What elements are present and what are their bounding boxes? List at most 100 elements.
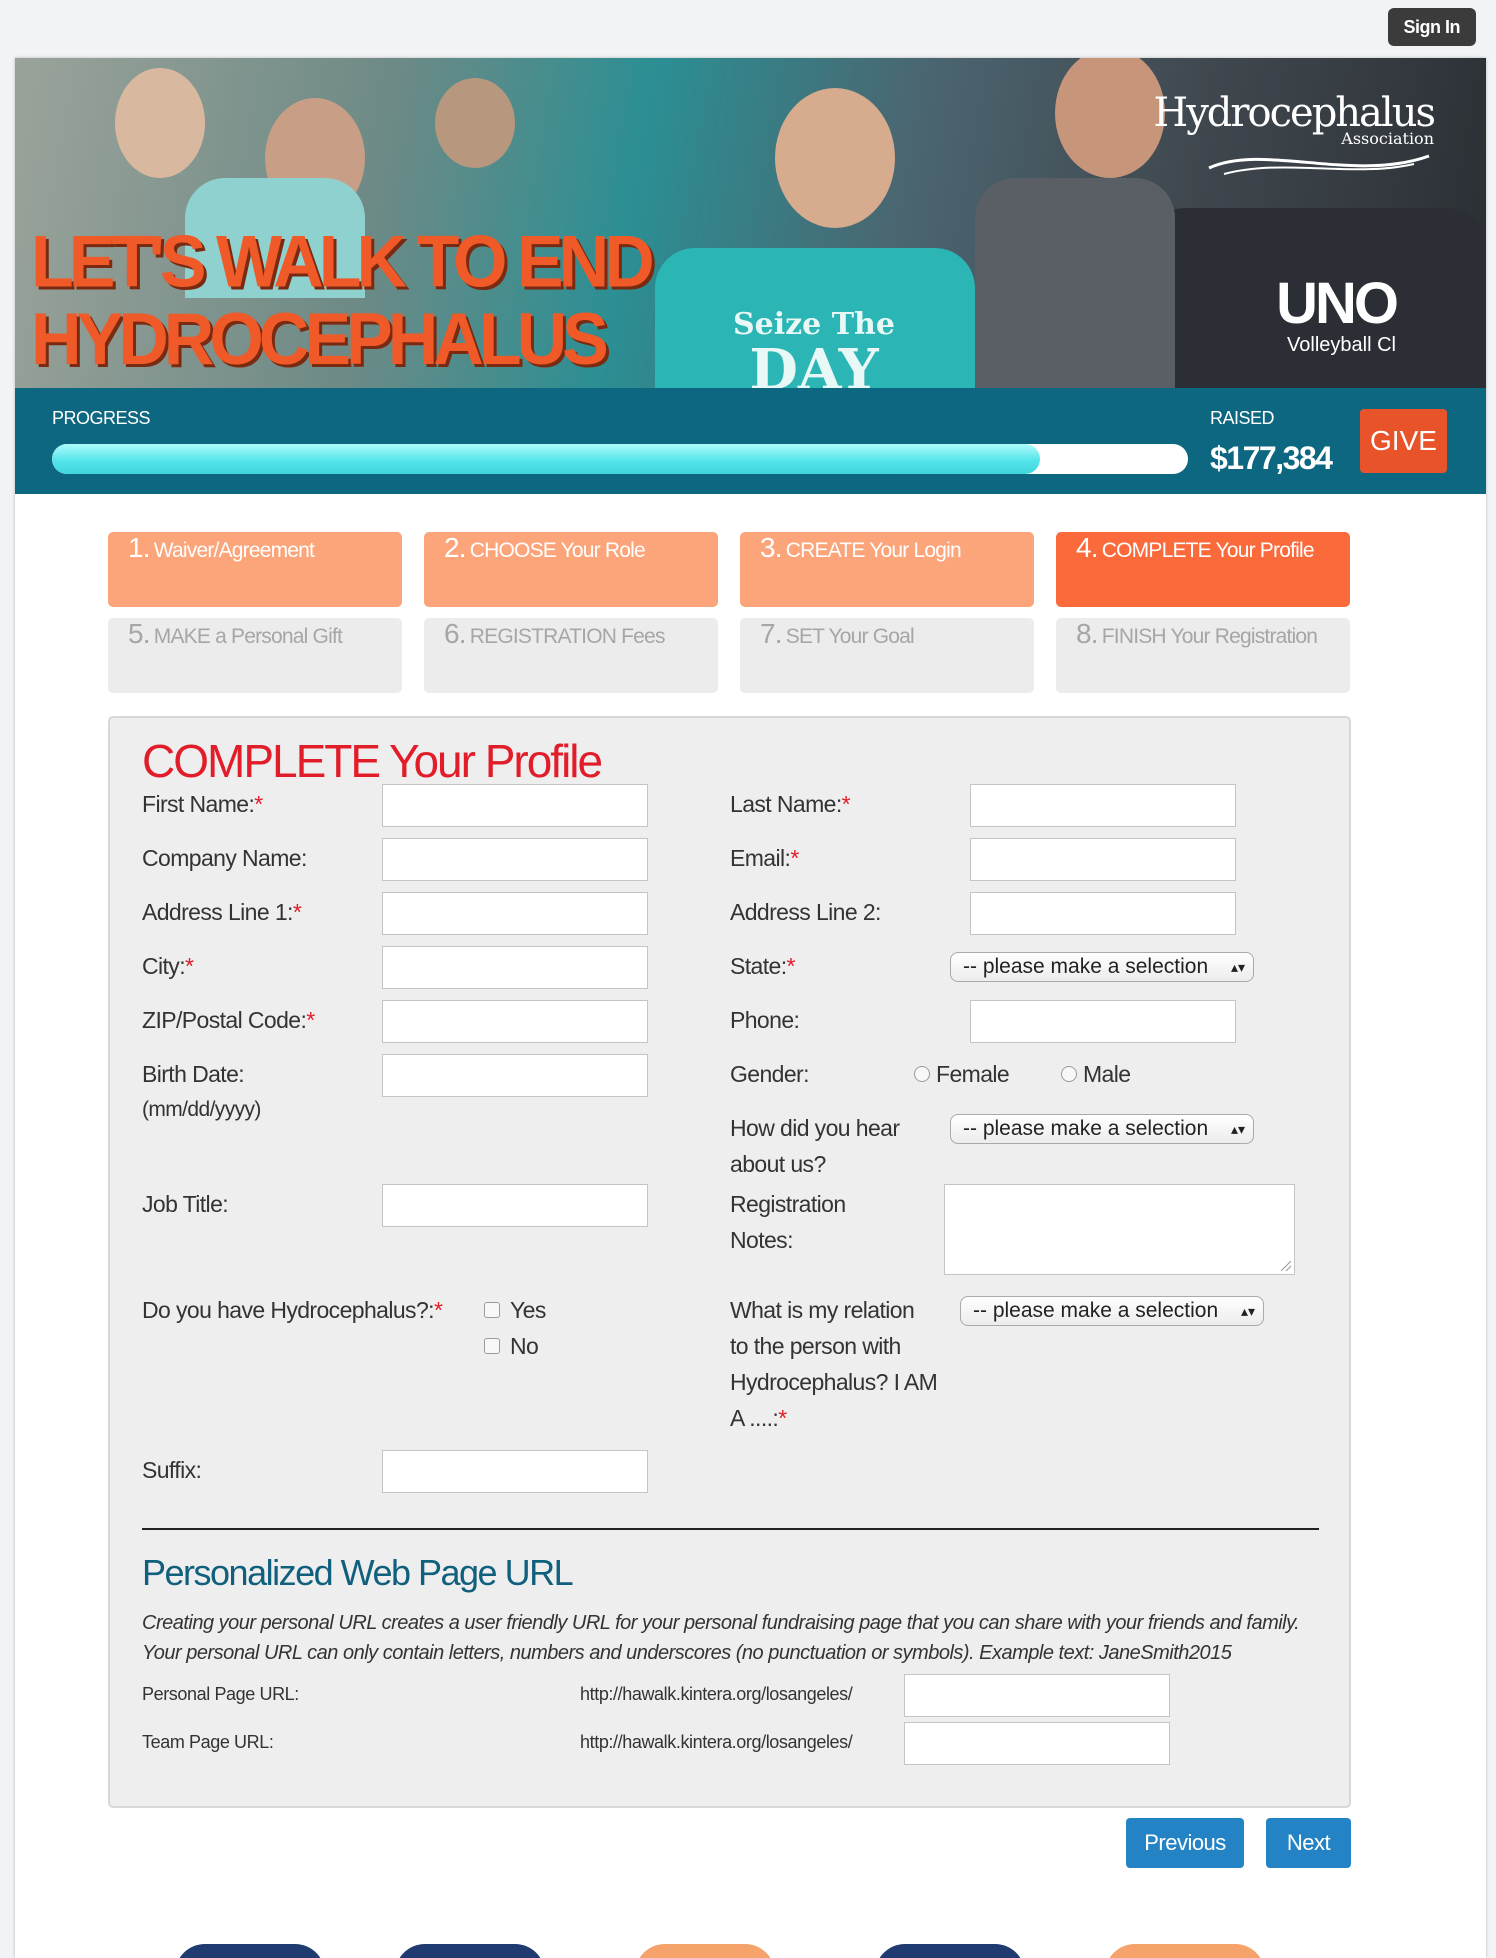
address-line-2-label: Address Line 2: — [730, 899, 881, 925]
footer-shape — [635, 1944, 775, 1958]
email-input[interactable] — [970, 838, 1236, 881]
step-number: 5. — [128, 618, 151, 649]
registration-notes-label-line-2: Notes: — [730, 1227, 793, 1253]
select-arrows-icon: ▴▾ — [1230, 959, 1245, 975]
shirt-print: Seize The DAY — [733, 308, 895, 389]
step-label: CREATE Your Login — [785, 539, 962, 562]
state-select[interactable]: -- please make a selection ▴▾ — [950, 952, 1254, 982]
gender-male-label: Male — [1083, 1061, 1131, 1087]
phone-input[interactable] — [970, 1000, 1236, 1043]
first-name-input[interactable] — [382, 784, 648, 827]
step-4[interactable]: 4. COMPLETE Your Profile — [1056, 532, 1350, 607]
logo-name: Hydrocephalus — [1153, 90, 1436, 136]
hydrocephalus-yes-checkbox[interactable] — [484, 1302, 500, 1318]
relation-label-line-2: to the person with — [730, 1333, 901, 1359]
raised-amount: $177,384 — [1210, 440, 1333, 476]
select-arrows-icon: ▴▾ — [1230, 1121, 1245, 1137]
required-mark: * — [778, 1405, 787, 1431]
footer-shape — [395, 1944, 545, 1958]
top-bar: Sign In — [0, 0, 1496, 58]
resize-grip-icon[interactable] — [1281, 1261, 1291, 1271]
registration-notes-label-line-1: Registration — [730, 1191, 846, 1217]
progress-track — [52, 444, 1188, 474]
step-label: MAKE a Personal Gift — [153, 625, 343, 648]
personal-url-prefix: http://hawalk.kintera.org/losangeles/ — [580, 1684, 853, 1704]
personal-url-input[interactable] — [904, 1674, 1170, 1717]
step-6: 6. REGISTRATION Fees — [424, 618, 718, 693]
headline-line-2: HYDROCEPHALUS — [31, 297, 609, 380]
required-mark: * — [786, 953, 796, 979]
last-name-input[interactable] — [970, 784, 1236, 827]
company-name-input[interactable] — [382, 838, 648, 881]
state-select-value: -- please make a selection — [963, 955, 1209, 978]
gender-male-radio[interactable] — [1061, 1066, 1077, 1082]
headline-line-1: LET'S WALK TO END — [31, 220, 655, 303]
step-number: 8. — [1076, 618, 1099, 649]
hear-about-select[interactable]: -- please make a selection ▴▾ — [950, 1114, 1254, 1144]
step-label: CHOOSE Your Role — [469, 539, 646, 562]
step-number: 3. — [760, 532, 783, 563]
address-line-1-label: Address Line 1:* — [142, 899, 302, 925]
company-name-label: Company Name: — [142, 845, 307, 871]
sign-in-button[interactable]: Sign In — [1387, 8, 1476, 46]
step-number: 4. — [1076, 532, 1099, 563]
give-button[interactable]: GIVE — [1360, 409, 1447, 473]
zip-input[interactable] — [382, 1000, 648, 1043]
hydrocephalus-no-checkbox[interactable] — [484, 1338, 500, 1354]
required-mark: * — [790, 845, 799, 871]
step-number: 7. — [760, 618, 783, 649]
registration-notes-textarea[interactable] — [944, 1184, 1295, 1275]
city-input[interactable] — [382, 946, 648, 989]
hear-about-select-value: -- please make a selection — [963, 1117, 1209, 1140]
hero-banner: LET'S WALK TO END HYDROCEPHALUS Seize Th… — [15, 58, 1486, 388]
relation-select-value: -- please make a selection — [973, 1299, 1219, 1322]
gender-female-label: Female — [936, 1061, 1010, 1087]
team-url-label: Team Page URL: — [142, 1732, 274, 1752]
required-mark: * — [841, 791, 851, 817]
required-mark: * — [433, 1297, 443, 1323]
suffix-input[interactable] — [382, 1450, 648, 1493]
job-title-input[interactable] — [382, 1184, 648, 1227]
state-label: State:* — [730, 953, 796, 979]
relation-label-line-1: What is my relation — [730, 1297, 915, 1323]
birth-date-input[interactable] — [382, 1054, 648, 1097]
url-section-description: Creating your personal URL creates a use… — [142, 1612, 1300, 1664]
address-line-2-input[interactable] — [970, 892, 1236, 935]
previous-button[interactable]: Previous — [1126, 1818, 1244, 1868]
gender-female-radio[interactable] — [914, 1066, 930, 1082]
step-label: REGISTRATION Fees — [469, 625, 666, 648]
hydrocephalus-question-label: Do you have Hydrocephalus?:* — [142, 1297, 443, 1323]
step-label: COMPLETE Your Profile — [1101, 539, 1315, 562]
profile-form-panel: COMPLETE Your Profile First Name:* Compa… — [108, 716, 1351, 1808]
step-2[interactable]: 2. CHOOSE Your Role — [424, 532, 718, 607]
form-title: COMPLETE Your Profile — [142, 735, 603, 787]
hear-about-label-line-2: about us? — [730, 1151, 826, 1177]
personal-url-label: Personal Page URL: — [142, 1684, 299, 1704]
birth-date-label: Birth Date: — [142, 1061, 245, 1087]
relation-select[interactable]: -- please make a selection ▴▾ — [960, 1296, 1264, 1326]
progress-band: PROGRESS RAISED $177,384 GIVE — [15, 388, 1486, 494]
select-arrows-icon: ▴▾ — [1240, 1303, 1255, 1319]
address-line-1-input[interactable] — [382, 892, 648, 935]
step-3[interactable]: 3. CREATE Your Login — [740, 532, 1034, 607]
crowd-figure — [115, 68, 205, 178]
step-1[interactable]: 1. Waiver/Agreement — [108, 532, 402, 607]
step-label: Waiver/Agreement — [153, 539, 315, 562]
progress-label: PROGRESS — [52, 408, 151, 428]
hear-about-label-line-1: How did you hear — [730, 1115, 900, 1141]
required-mark: * — [292, 899, 302, 925]
url-section-title: Personalized Web Page URL — [142, 1552, 574, 1593]
association-logo[interactable]: Hydrocephalus Association — [1153, 90, 1436, 184]
crowd-figure — [1055, 58, 1165, 178]
footer-banner-peek — [15, 1910, 1486, 1958]
jacket-shape — [975, 178, 1175, 388]
relation-label-line-4: A ....:* — [730, 1405, 787, 1431]
relation-label-line-3: Hydrocephalus? I AM — [730, 1369, 938, 1395]
hydrocephalus-no-label: No — [510, 1333, 539, 1359]
next-button[interactable]: Next — [1266, 1818, 1351, 1868]
last-name-label: Last Name:* — [730, 791, 851, 817]
team-url-input[interactable] — [904, 1722, 1170, 1765]
first-name-label: First Name:* — [142, 791, 263, 817]
email-label: Email:* — [730, 845, 799, 871]
shirt-print-line-2: DAY — [749, 337, 879, 388]
